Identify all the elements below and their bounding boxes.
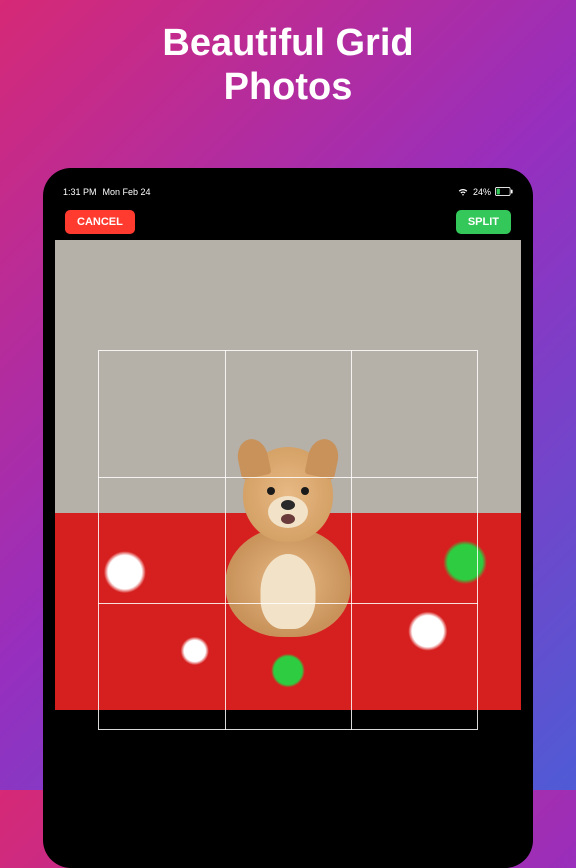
status-time: 1:31 PM: [63, 187, 97, 197]
headline-line-2: Photos: [0, 66, 576, 110]
device-screen: 1:31 PM Mon Feb 24 24% CANCEL SPLIT: [55, 180, 521, 856]
status-right: 24%: [457, 185, 513, 199]
toolbar: CANCEL SPLIT: [55, 204, 521, 240]
photo-subject-dog: [218, 447, 358, 637]
wifi-icon: [457, 185, 469, 199]
split-button[interactable]: SPLIT: [456, 210, 511, 234]
status-bar: 1:31 PM Mon Feb 24 24%: [55, 180, 521, 204]
battery-icon: [495, 187, 513, 198]
photo-crop-area[interactable]: [55, 240, 521, 710]
photo-preview: [55, 240, 521, 710]
battery-percent: 24%: [473, 187, 491, 197]
ipad-frame: 1:31 PM Mon Feb 24 24% CANCEL SPLIT: [43, 168, 533, 868]
cancel-button[interactable]: CANCEL: [65, 210, 135, 234]
headline-line-1: Beautiful Grid: [0, 22, 576, 66]
marketing-headline: Beautiful Grid Photos: [0, 22, 576, 109]
status-left: 1:31 PM Mon Feb 24: [63, 187, 151, 197]
status-date: Mon Feb 24: [103, 187, 151, 197]
